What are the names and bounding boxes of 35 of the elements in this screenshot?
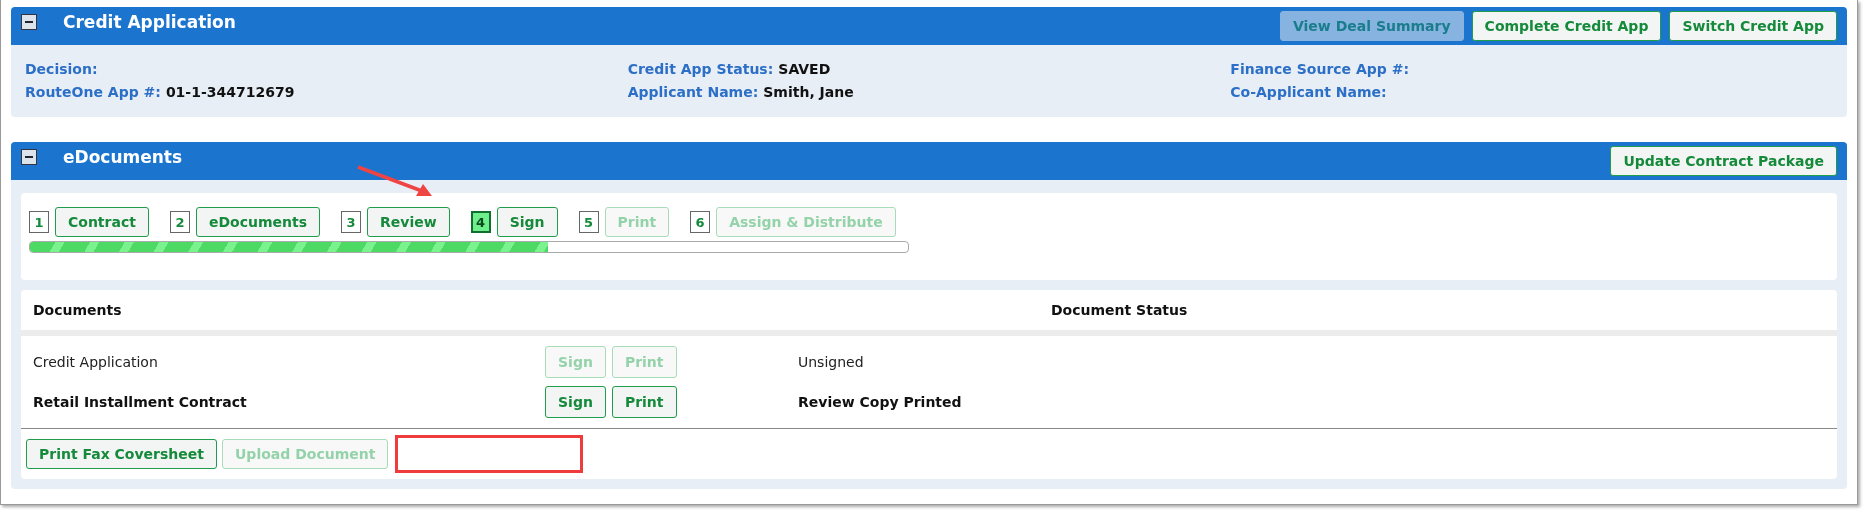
document-status: Unsigned xyxy=(798,354,864,370)
field-value: 01-1-344712679 xyxy=(165,84,295,100)
column-header: Documents xyxy=(32,302,123,318)
step-number: 2 xyxy=(169,211,190,233)
collapse-icon[interactable] xyxy=(21,14,37,30)
step-number: 3 xyxy=(341,211,361,233)
step-button[interactable]: Contract xyxy=(55,207,149,237)
header-button[interactable]: Switch Credit App xyxy=(1669,11,1837,41)
update-package-button[interactable]: Update Contract Package xyxy=(1610,146,1837,176)
field-label: RouteOne App #: xyxy=(25,84,161,100)
panel-title: eDocuments xyxy=(63,147,183,167)
field-label: Credit App Status: xyxy=(627,61,774,77)
step-button[interactable]: Sign xyxy=(496,207,558,237)
step-number: 1 xyxy=(29,211,49,233)
step-button[interactable]: eDocuments xyxy=(195,207,320,237)
document-name: Credit Application xyxy=(32,354,159,370)
footer-button[interactable]: Print Fax Coversheet xyxy=(26,439,217,469)
panel-title: Credit Application xyxy=(63,12,236,32)
step-button[interactable]: Review xyxy=(367,207,450,237)
field-label: Finance Source App #: xyxy=(1230,61,1410,77)
field-label: Decision: xyxy=(25,61,98,77)
header-button[interactable]: Complete Credit App xyxy=(1471,11,1662,41)
field-label: Applicant Name: xyxy=(627,84,759,100)
field-label: Co-Applicant Name: xyxy=(1230,84,1387,100)
collapse-icon[interactable] xyxy=(21,149,37,165)
step-number: 4 xyxy=(470,211,491,233)
field-value: SAVED xyxy=(778,61,831,77)
step-number: 6 xyxy=(690,211,711,233)
row-action-button[interactable]: Sign xyxy=(545,386,606,418)
row-action-button[interactable]: Print xyxy=(611,386,677,418)
document-name: Retail Installment Contract xyxy=(32,394,248,410)
step-number: 5 xyxy=(578,211,599,233)
column-header: Document Status xyxy=(1051,302,1188,318)
field-value: Smith, Jane xyxy=(763,84,854,100)
document-status: Review Copy Printed xyxy=(798,394,962,410)
